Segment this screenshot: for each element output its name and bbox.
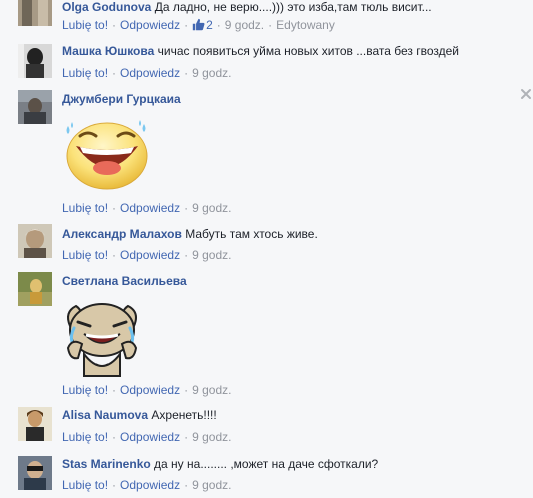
- separator-dot: ·: [112, 383, 117, 397]
- like-link[interactable]: Lubię to!: [62, 248, 108, 262]
- comment-author[interactable]: Olga Godunova: [62, 0, 151, 14]
- timestamp[interactable]: 9 godz.: [192, 66, 231, 80]
- comment-text: Мабуть там хтось живе.: [185, 227, 318, 241]
- comment-mashka-yushkova: Машка Юшкова чичас появиться уйма новых …: [0, 40, 533, 84]
- reply-link[interactable]: Odpowiedz: [120, 248, 180, 262]
- separator-dot: ·: [184, 201, 189, 215]
- reply-link[interactable]: Odpowiedz: [120, 201, 180, 215]
- comment-author[interactable]: Alisa Naumova: [62, 408, 148, 422]
- separator-dot: ·: [112, 248, 117, 262]
- comment-author[interactable]: Stas Marinenko: [62, 457, 151, 471]
- comment-author[interactable]: Светлана Васильева: [62, 274, 187, 288]
- avatar-image: [18, 90, 52, 124]
- timestamp[interactable]: 9 godz.: [192, 383, 231, 397]
- avatar-image: [18, 44, 52, 78]
- separator-dot: ·: [268, 18, 273, 32]
- separator-dot: ·: [184, 430, 189, 444]
- like-link[interactable]: Lubię to!: [62, 66, 108, 80]
- comment-text: Да ладно, не верю....))) это изба,там тю…: [154, 0, 432, 14]
- separator-dot: ·: [112, 66, 117, 80]
- separator-dot: ·: [184, 248, 189, 262]
- timestamp[interactable]: 9 godz.: [192, 430, 231, 444]
- comment-dzhumberi-gurtskaia: Джумбери Гурцкаиа Lubię to! · Odpowiedz …: [0, 89, 533, 219]
- reply-link[interactable]: Odpowiedz: [120, 430, 180, 444]
- like-link[interactable]: Lubię to!: [62, 18, 108, 32]
- reply-link[interactable]: Odpowiedz: [120, 66, 180, 80]
- avatar-image: [18, 224, 52, 258]
- separator-dot: ·: [112, 201, 117, 215]
- comment-author[interactable]: Александр Малахов: [62, 227, 182, 241]
- comment-svetlana-vasilyeva: Светлана Васильева Lubię to! · Odpowiedz · 9…: [0, 271, 533, 401]
- separator-dot: ·: [216, 18, 221, 32]
- comment-text: да ну на........ ,может на даче сфоткали…: [154, 457, 379, 471]
- avatar-image: [18, 272, 52, 306]
- comment-aleksandr-malakhov: Александр Малахов Мабуть там хтось живе.…: [0, 224, 533, 268]
- crying-laughing-rabbit-sticker: [62, 298, 142, 383]
- comment-stas-marinenko: Stas Marinenko да ну на........ ,может н…: [0, 454, 533, 498]
- like-link[interactable]: Lubię to!: [62, 430, 108, 444]
- comment-author[interactable]: Машка Юшкова: [62, 44, 154, 58]
- separator-dot: ·: [184, 18, 189, 32]
- separator-dot: ·: [112, 18, 117, 32]
- comment-alisa-naumova: Alisa Naumova Ахренеть!!!! Lubię to! · Odp…: [0, 405, 533, 449]
- like-link[interactable]: Lubię to!: [62, 383, 108, 397]
- comments-list: Olga Godunova Да ладно, не верю....))) э…: [0, 0, 533, 492]
- comment-olga-godunova: Olga Godunova Да ладно, не верю....))) э…: [0, 0, 533, 36]
- avatar[interactable]: [18, 44, 52, 78]
- like-link[interactable]: Lubię to!: [62, 201, 108, 215]
- avatar[interactable]: [18, 272, 52, 306]
- likes-count: 2: [206, 18, 213, 32]
- like-link[interactable]: Lubię to!: [62, 478, 108, 492]
- timestamp[interactable]: 9 godz.: [192, 201, 231, 215]
- edited-label[interactable]: Edytowany: [276, 18, 335, 32]
- avatar-image: [18, 456, 52, 490]
- separator-dot: ·: [112, 430, 117, 444]
- close-icon[interactable]: [520, 88, 532, 100]
- timestamp[interactable]: 9 godz.: [192, 478, 231, 492]
- laughing-face-sticker: [62, 116, 152, 194]
- separator-dot: ·: [184, 383, 189, 397]
- avatar[interactable]: [18, 407, 52, 441]
- reply-link[interactable]: Odpowiedz: [120, 18, 180, 32]
- comment-author[interactable]: Джумбери Гурцкаиа: [62, 92, 181, 106]
- likes-counter[interactable]: 2: [192, 18, 213, 32]
- comment-text: Ахренеть!!!!: [151, 408, 217, 422]
- timestamp[interactable]: 9 godz.: [192, 248, 231, 262]
- separator-dot: ·: [184, 66, 189, 80]
- reply-link[interactable]: Odpowiedz: [120, 383, 180, 397]
- reply-link[interactable]: Odpowiedz: [120, 478, 180, 492]
- avatar[interactable]: [18, 0, 52, 26]
- timestamp[interactable]: 9 godz.: [225, 18, 264, 32]
- separator-dot: ·: [184, 478, 189, 492]
- avatar[interactable]: [18, 224, 52, 258]
- avatar-image: [18, 0, 52, 26]
- avatar-image: [18, 407, 52, 441]
- avatar[interactable]: [18, 90, 52, 124]
- comment-text: чичас появиться уйма новых хитов ...вата…: [157, 44, 459, 58]
- thumbs-up-icon: [192, 18, 205, 31]
- separator-dot: ·: [112, 478, 117, 492]
- avatar[interactable]: [18, 456, 52, 490]
